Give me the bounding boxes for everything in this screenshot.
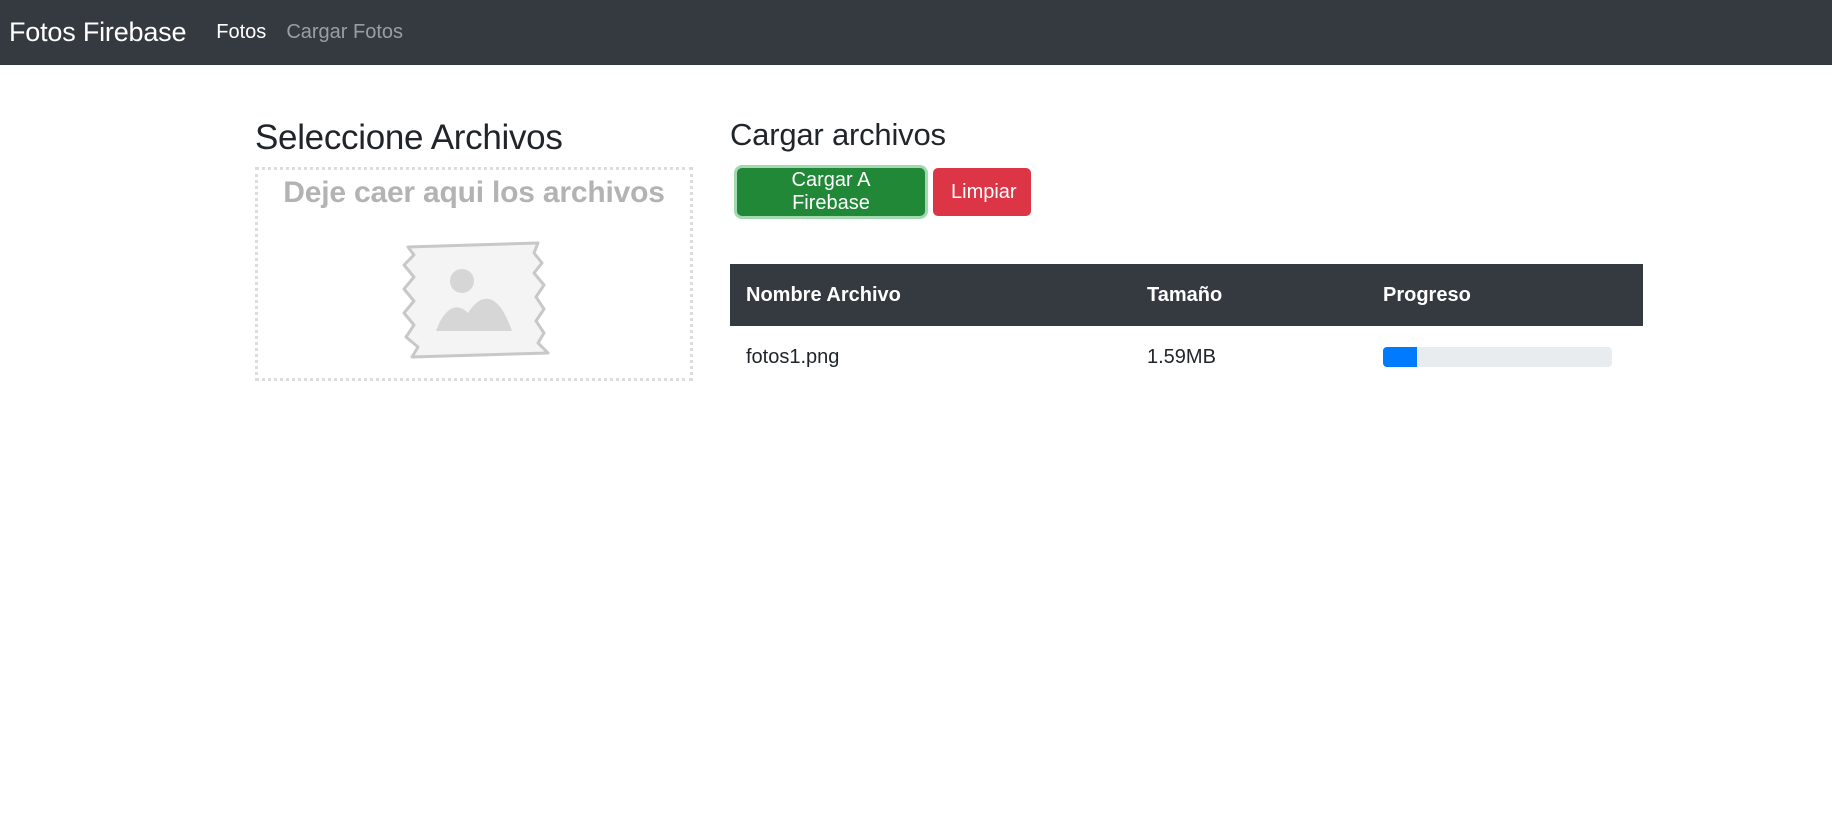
files-table: Nombre Archivo Tamaño Progreso fotos1.pn… xyxy=(730,264,1643,388)
progress-bar xyxy=(1383,347,1418,367)
file-name-cell: fotos1.png xyxy=(746,345,840,368)
navbar-brand[interactable]: Fotos Firebase xyxy=(9,17,186,48)
action-buttons: Cargar A Firebase Limpiar xyxy=(737,168,1031,216)
table-row: fotos1.png 1.59MB xyxy=(730,326,1643,388)
upload-files-title: Cargar archivos xyxy=(730,117,946,152)
progress-track xyxy=(1383,347,1612,367)
nav-link-fotos[interactable]: Fotos xyxy=(216,21,266,44)
progress-cell xyxy=(1383,347,1643,367)
clear-button[interactable]: Limpiar xyxy=(933,168,1031,216)
select-files-title: Seleccione Archivos xyxy=(255,118,563,157)
upload-to-firebase-button[interactable]: Cargar A Firebase xyxy=(737,168,925,216)
nav-link-cargar-fotos[interactable]: Cargar Fotos xyxy=(286,21,403,44)
top-navbar: Fotos Firebase Fotos Cargar Fotos xyxy=(0,0,1832,65)
file-size-cell: 1.59MB xyxy=(1147,345,1216,368)
upload-section: Cargar archivos Cargar A Firebase Limpia… xyxy=(730,113,1643,368)
header-size: Tamaño xyxy=(1147,283,1223,306)
file-select-section: Seleccione Archivos Deje caer aqui los a… xyxy=(255,115,693,381)
table-header: Nombre Archivo Tamaño Progreso xyxy=(730,264,1643,326)
file-dropzone[interactable]: Deje caer aqui los archivos xyxy=(255,167,693,381)
header-file-name: Nombre Archivo xyxy=(746,283,901,306)
header-progress: Progreso xyxy=(1383,283,1471,306)
image-placeholder-icon xyxy=(402,241,550,359)
dropzone-text: Deje caer aqui los archivos xyxy=(283,176,665,209)
